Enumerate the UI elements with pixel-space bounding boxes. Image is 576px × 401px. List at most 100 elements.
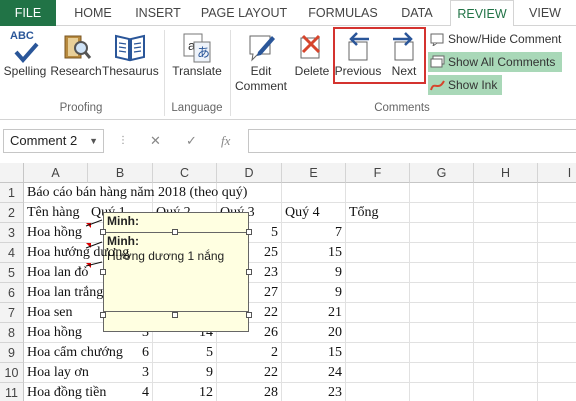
tab-page-layout[interactable]: PAGE LAYOUT [196, 0, 292, 26]
column-header-a[interactable]: A [24, 163, 88, 183]
cell[interactable] [346, 303, 410, 323]
row-header[interactable]: 10 [0, 363, 24, 383]
thesaurus-button[interactable]: Thesaurus [102, 30, 159, 79]
cell[interactable]: 23 [282, 383, 346, 401]
cell[interactable] [410, 183, 474, 203]
cell[interactable] [538, 203, 576, 223]
cell[interactable] [474, 363, 538, 383]
cell[interactable] [346, 243, 410, 263]
cell[interactable]: 24 [282, 363, 346, 383]
cell[interactable] [538, 323, 576, 343]
column-header-g[interactable]: G [410, 163, 474, 183]
cell[interactable]: Hoa lan trắng [24, 283, 103, 303]
cell[interactable]: 5 [153, 343, 217, 363]
resize-handle[interactable] [100, 269, 106, 275]
resize-handle[interactable] [172, 312, 178, 318]
comment-box-front[interactable]: Minh: Hướng dương 1 nắng [103, 232, 249, 312]
resize-handle[interactable] [100, 312, 106, 318]
column-header-d[interactable]: D [217, 163, 282, 183]
cell[interactable] [346, 343, 410, 363]
select-all-corner[interactable] [0, 163, 24, 183]
cell[interactable] [282, 183, 346, 203]
row-header[interactable]: 4 [0, 243, 24, 263]
cell[interactable] [410, 343, 474, 363]
cell[interactable]: 22 [217, 363, 282, 383]
column-header-h[interactable]: H [474, 163, 538, 183]
cell[interactable]: 21 [282, 303, 346, 323]
cell[interactable] [474, 263, 538, 283]
cell[interactable]: Tên hàng [24, 203, 88, 223]
row-header[interactable]: 8 [0, 323, 24, 343]
cell[interactable]: Hoa đồng tiền [24, 383, 106, 401]
cell[interactable]: 9 [282, 283, 346, 303]
cell[interactable] [538, 183, 576, 203]
show-ink-button[interactable]: Show Ink [428, 75, 502, 95]
cell[interactable] [410, 363, 474, 383]
column-header-c[interactable]: C [153, 163, 217, 183]
cell[interactable] [538, 263, 576, 283]
cell[interactable] [474, 183, 538, 203]
cell[interactable] [410, 223, 474, 243]
cell[interactable] [474, 223, 538, 243]
cancel-icon[interactable]: ✕ [150, 129, 161, 153]
cell[interactable] [346, 323, 410, 343]
show-hide-comment-button[interactable]: Show/Hide Comment [428, 29, 574, 49]
cell[interactable] [474, 283, 538, 303]
cell[interactable]: 9 [153, 363, 217, 383]
tab-file[interactable]: FILE [0, 0, 56, 26]
edit-comment-button[interactable]: Edit Comment [232, 30, 290, 94]
cell[interactable]: Hoa hướng dương [24, 243, 129, 263]
cell[interactable] [410, 303, 474, 323]
cell[interactable] [474, 303, 538, 323]
cell[interactable] [538, 363, 576, 383]
cell[interactable]: Báo cáo bán hàng năm 2018 (theo quý) [24, 183, 247, 203]
tab-insert[interactable]: INSERT [128, 0, 188, 26]
cell[interactable]: 20 [282, 323, 346, 343]
row-header[interactable]: 7 [0, 303, 24, 323]
resize-handle[interactable] [246, 269, 252, 275]
cell[interactable] [346, 263, 410, 283]
cell[interactable]: 9 [282, 263, 346, 283]
cell[interactable]: 2 [217, 343, 282, 363]
research-button[interactable]: Research [50, 30, 102, 79]
tab-review[interactable]: REVIEW [450, 0, 514, 27]
cell[interactable] [474, 343, 538, 363]
name-box[interactable]: Comment 2 ▼ [3, 129, 104, 153]
formula-input[interactable] [248, 129, 576, 153]
cell[interactable]: Hoa lan đỏ [24, 263, 88, 283]
cell[interactable] [474, 323, 538, 343]
row-header[interactable]: 5 [0, 263, 24, 283]
cell[interactable]: 28 [217, 383, 282, 401]
cell[interactable]: Hoa cẩm chướng [24, 343, 123, 363]
cell[interactable]: 15 [282, 343, 346, 363]
enter-icon[interactable]: ✓ [186, 129, 197, 153]
translate-button[interactable]: aあ Translate [168, 30, 226, 79]
cell[interactable] [346, 223, 410, 243]
cell[interactable] [474, 243, 538, 263]
cell[interactable] [474, 383, 538, 401]
delete-comment-button[interactable]: Delete [292, 30, 332, 79]
cell[interactable] [538, 223, 576, 243]
cell[interactable] [410, 323, 474, 343]
column-header-b[interactable]: B [88, 163, 153, 183]
cell[interactable]: Tổng [346, 203, 410, 223]
cell[interactable]: 15 [282, 243, 346, 263]
cell[interactable]: Hoa hồng [24, 323, 88, 343]
cell[interactable] [410, 283, 474, 303]
row-header[interactable]: 11 [0, 383, 24, 401]
cell[interactable]: 12 [153, 383, 217, 401]
cell[interactable] [346, 383, 410, 401]
spelling-button[interactable]: ABC Spelling [2, 30, 48, 79]
tab-home[interactable]: HOME [62, 0, 124, 26]
column-header-f[interactable]: F [346, 163, 410, 183]
chevron-down-icon[interactable]: ▼ [89, 130, 98, 152]
cell[interactable]: Quý 4 [282, 203, 346, 223]
resize-handle[interactable] [100, 229, 106, 235]
column-header-i[interactable]: I [538, 163, 576, 183]
column-header-e[interactable]: E [282, 163, 346, 183]
cell[interactable]: Hoa hồng [24, 223, 88, 243]
tab-view[interactable]: VIEW [520, 0, 570, 26]
cell[interactable] [538, 343, 576, 363]
cell[interactable]: 7 [282, 223, 346, 243]
tab-formulas[interactable]: FORMULAS [300, 0, 386, 26]
